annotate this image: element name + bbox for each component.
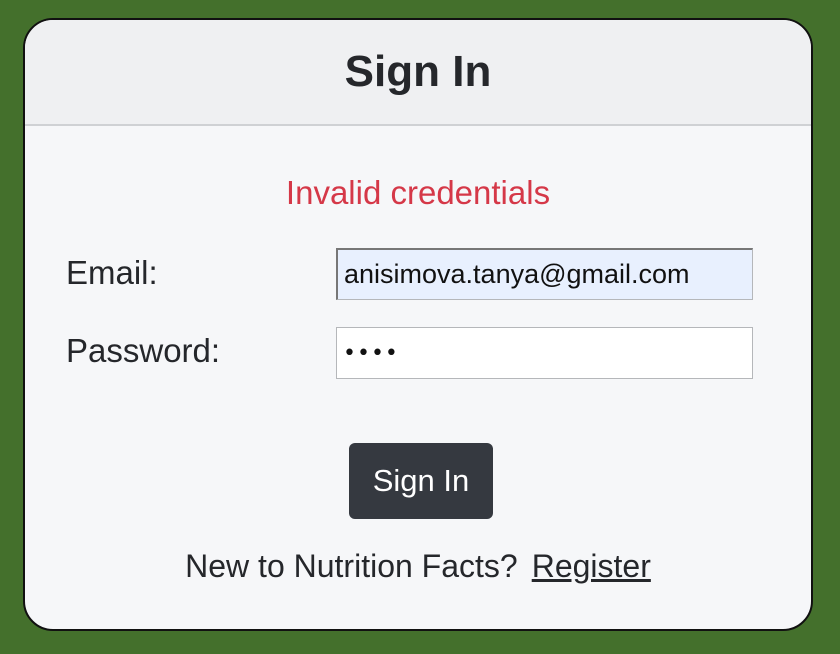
password-label: Password: bbox=[66, 332, 221, 369]
email-label: Email: bbox=[66, 254, 158, 291]
error-message: Invalid credentials bbox=[285, 174, 551, 211]
email-field[interactable] bbox=[336, 248, 753, 300]
register-link[interactable]: Register bbox=[532, 548, 651, 584]
card-header: Sign In bbox=[25, 20, 811, 126]
register-prompt-text: New to Nutrition Facts? bbox=[185, 548, 518, 584]
password-field[interactable] bbox=[336, 327, 753, 379]
sign-in-button[interactable]: Sign In bbox=[349, 443, 493, 519]
sign-in-card: Sign In Invalid credentials Email: Passw… bbox=[23, 18, 813, 631]
register-prompt: New to Nutrition Facts? Register bbox=[25, 548, 811, 585]
page-title: Sign In bbox=[344, 47, 492, 96]
